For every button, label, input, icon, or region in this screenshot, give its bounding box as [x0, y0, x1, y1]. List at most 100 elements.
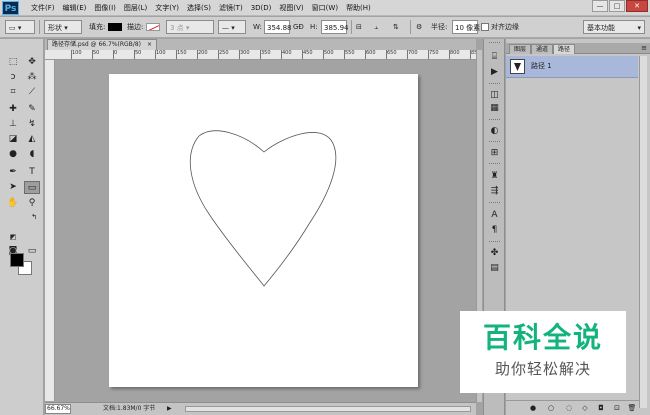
tool-preset-picker[interactable]: ▭ ▾	[5, 20, 35, 34]
actions-panel-icon[interactable]: ▶	[487, 66, 502, 78]
align-edges-checkbox[interactable]: 对齐边缘	[481, 20, 519, 34]
adjustments-panel-icon[interactable]: ◐	[487, 125, 502, 137]
path-alignment-icon[interactable]: ⫠	[374, 20, 386, 34]
width-field[interactable]: 354.88	[264, 20, 292, 34]
crop-tool-icon[interactable]: ⌗	[5, 86, 21, 99]
menu-image[interactable]: 图像(I)	[90, 0, 120, 16]
move-tool-icon[interactable]: ✥	[24, 56, 40, 69]
gear-icon[interactable]: ⚙	[416, 20, 422, 34]
character-panel-icon[interactable]: A	[487, 209, 502, 221]
load-selection-icon[interactable]: ◌	[564, 403, 574, 413]
stroke-path-icon[interactable]: ○	[546, 403, 556, 413]
workspace-select[interactable]: 基本功能 ▾	[583, 20, 645, 34]
menu-3d[interactable]: 3D(D)	[247, 0, 276, 16]
history-brush-tool-icon[interactable]: ↯	[24, 118, 40, 131]
menu-edit[interactable]: 编辑(E)	[59, 0, 91, 16]
lasso-tool-icon[interactable]: ↄ	[5, 71, 21, 84]
type-tool-icon[interactable]: T	[24, 166, 40, 179]
panel-menu-icon[interactable]: ≡	[641, 43, 647, 53]
eyedropper-tool-icon[interactable]: ⟋	[24, 86, 40, 99]
default-colors-icon[interactable]: ◩	[5, 231, 21, 244]
clone-source-panel-icon[interactable]: ♜	[487, 170, 502, 182]
dock-grip[interactable]	[489, 83, 500, 85]
menu-view[interactable]: 视图(V)	[275, 0, 307, 16]
3d-panel-icon[interactable]: ✤	[487, 247, 502, 259]
trash-icon[interactable]: 🗑	[627, 403, 637, 413]
dock-grip[interactable]	[489, 202, 500, 204]
hand-tool-icon[interactable]: ✋	[5, 197, 21, 210]
brush-tool-icon[interactable]: ✎	[24, 103, 40, 116]
fill-path-icon[interactable]: ●	[528, 403, 538, 413]
document-workspace[interactable]	[56, 61, 476, 401]
timeline-panel-icon[interactable]: ▤	[487, 262, 502, 274]
paint-bucket-tool-icon[interactable]: ◭	[24, 133, 40, 146]
menu-select[interactable]: 选择(S)	[183, 0, 215, 16]
document-tab[interactable]: 路径存储.psd @ 66.7%(RGB/8) ×	[47, 39, 158, 50]
heart-path-outline[interactable]	[109, 74, 418, 387]
clone-stamp-tool-icon[interactable]: ⊥	[5, 118, 21, 131]
screen-mode-icon[interactable]: ▭	[24, 245, 40, 258]
checkbox-icon	[481, 23, 489, 31]
stroke-swatch[interactable]	[146, 20, 160, 34]
path-operations-icon[interactable]: ⊟	[356, 20, 368, 34]
menu-filter[interactable]: 滤镜(T)	[215, 0, 247, 16]
dock-grip[interactable]	[489, 119, 500, 121]
path-arrangement-icon[interactable]: ⇅	[393, 20, 405, 34]
close-button[interactable]: ✕	[626, 0, 648, 12]
quick-selection-tool-icon[interactable]: ⁂	[24, 71, 40, 84]
ruler-tick-label: 100	[72, 50, 82, 56]
menu-file[interactable]: 文件(F)	[27, 0, 59, 16]
menu-type[interactable]: 文字(Y)	[151, 0, 183, 16]
marquee-tool-icon[interactable]: ⬚	[5, 56, 21, 69]
rounded-rectangle-tool-icon[interactable]: ▭	[24, 181, 40, 194]
link-dimensions-button[interactable]: GĐ	[293, 20, 304, 34]
dodge-tool-icon[interactable]: ◖	[24, 148, 40, 161]
blur-tool-icon[interactable]: ●	[5, 148, 21, 161]
radius-field[interactable]: 10 像素	[452, 20, 480, 34]
zoom-tool-icon[interactable]: ⚲	[24, 197, 40, 210]
add-mask-icon[interactable]: ◘	[596, 403, 606, 413]
eraser-tool-icon[interactable]: ◪	[5, 133, 21, 146]
zoom-level-field[interactable]: 66.67%	[45, 404, 71, 414]
pen-tool-icon[interactable]: ✒	[5, 166, 21, 179]
stroke-width-select[interactable]: 3 点 ▾	[166, 20, 214, 34]
spot-healing-tool-icon[interactable]: ✚	[5, 103, 21, 116]
panel-scrollbar[interactable]	[639, 56, 647, 408]
tool-mode-select[interactable]: 形状 ▾	[44, 20, 82, 34]
properties-panel-icon[interactable]: ⇶	[487, 185, 502, 197]
menu-help[interactable]: 帮助(H)	[342, 0, 375, 16]
paragraph-panel-icon[interactable]: ¶	[487, 224, 502, 236]
new-path-icon[interactable]: ⊡	[612, 403, 622, 413]
menu-window[interactable]: 窗口(W)	[308, 0, 342, 16]
path-selection-tool-icon[interactable]: ➤	[5, 181, 21, 194]
path-list-item[interactable]: 路径 1	[506, 56, 638, 78]
stroke-type-select[interactable]: — ▾	[218, 20, 246, 34]
close-tab-icon[interactable]: ×	[147, 41, 152, 48]
minimize-button[interactable]: —	[592, 0, 608, 12]
menu-layer[interactable]: 图层(L)	[120, 0, 151, 16]
status-menu-arrow-icon[interactable]: ▶	[167, 404, 172, 414]
height-field[interactable]: 385.94	[321, 20, 349, 34]
swap-colors-icon[interactable]: ↰	[26, 211, 42, 224]
tab-channels[interactable]: 通道	[531, 44, 554, 54]
canvas[interactable]	[109, 74, 418, 387]
history-panel-icon[interactable]: ⌸	[487, 51, 502, 63]
dock-grip[interactable]	[489, 141, 500, 143]
ruler-tick-label: 600	[366, 50, 376, 56]
dock-grip[interactable]	[489, 163, 500, 165]
tab-layers[interactable]: 图层	[509, 44, 532, 54]
dock-grip[interactable]	[489, 241, 500, 243]
foreground-color-swatch[interactable]	[10, 253, 24, 267]
ruler-tick	[386, 50, 387, 59]
swatches-panel-icon[interactable]: ▦	[487, 102, 502, 114]
tab-paths[interactable]: 路径	[553, 44, 576, 54]
color-panel-icon[interactable]: ◫	[487, 89, 502, 101]
ruler-tick-label: 100	[156, 50, 166, 56]
dock-grip[interactable]	[489, 42, 500, 44]
restore-button[interactable]: □	[609, 0, 625, 12]
radius-label: 半径:	[431, 23, 448, 31]
fill-swatch[interactable]	[108, 20, 122, 34]
make-work-path-icon[interactable]: ◇	[580, 403, 590, 413]
horizontal-scrollbar[interactable]	[185, 406, 471, 412]
brush-panel-icon[interactable]: ⊞	[487, 147, 502, 159]
